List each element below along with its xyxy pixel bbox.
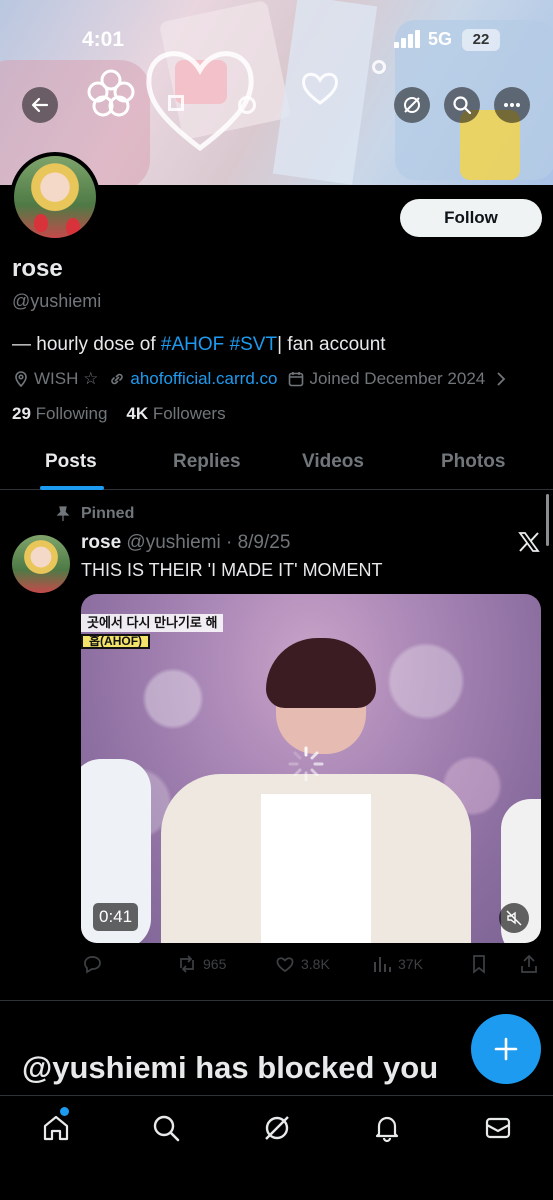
share-icon xyxy=(521,954,537,973)
link-text[interactable]: ahofofficial.carrd.co xyxy=(130,369,277,389)
search-nav-icon[interactable] xyxy=(151,1113,181,1143)
video-caption: 곳에서 다시 만나기로 해 xyxy=(81,614,224,632)
grok-button[interactable] xyxy=(394,87,430,123)
like-button[interactable]: 3.8K xyxy=(274,953,330,975)
followers-label: Followers xyxy=(152,404,226,423)
share-button[interactable] xyxy=(518,953,540,975)
network-label: 5G xyxy=(428,29,453,49)
post-author-name[interactable]: rose xyxy=(81,532,121,553)
follow-counts: 29 Following 4K Followers xyxy=(12,404,226,424)
repost-button[interactable]: 965 xyxy=(176,953,226,975)
calendar-icon xyxy=(289,372,304,387)
location-icon xyxy=(15,371,27,388)
bookmark-button[interactable] xyxy=(468,953,490,975)
bio-hashtag-svt[interactable]: #SVT xyxy=(230,334,278,355)
tab-videos[interactable]: Videos xyxy=(302,451,364,473)
views-button[interactable]: 37K xyxy=(371,953,423,975)
profile-bio: — hourly dose of #AHOF #SVT| fan account xyxy=(12,334,386,356)
video-performer xyxy=(161,638,471,943)
status-time: 4:01 xyxy=(82,28,125,51)
home-icon[interactable] xyxy=(41,1113,71,1143)
reply-button[interactable] xyxy=(81,953,103,975)
repost-icon xyxy=(180,955,194,973)
loading-spinner-icon xyxy=(288,746,324,782)
post-author-meta[interactable]: @yushiemi · 8/9/25 xyxy=(126,532,290,553)
repost-count: 965 xyxy=(203,956,227,972)
profile-name: rose xyxy=(12,255,63,282)
banner-flower-icon xyxy=(87,69,135,117)
banner-ring xyxy=(372,60,386,74)
signal-icon xyxy=(394,30,420,48)
profile-joined: Joined December 2024 xyxy=(287,369,485,389)
compose-button[interactable] xyxy=(471,1014,541,1084)
bio-hashtag-ahof[interactable]: #AHOF xyxy=(161,334,224,355)
blocked-message: @yushiemi has blocked you xyxy=(22,1050,439,1085)
banner-ring xyxy=(238,96,256,114)
views-count: 37K xyxy=(398,956,423,972)
profile-banner: 4:01 5G 22 xyxy=(0,0,553,185)
tab-posts[interactable]: Posts xyxy=(45,451,97,473)
bell-icon[interactable] xyxy=(372,1113,402,1143)
bookmark-icon xyxy=(473,955,485,974)
back-button[interactable] xyxy=(22,87,58,123)
banner-heart-icon xyxy=(302,72,338,105)
joined-text: Joined December 2024 xyxy=(309,369,486,388)
views-icon xyxy=(374,957,391,972)
video-caption: 홉(AHOF) xyxy=(81,634,151,649)
chevron-right-icon[interactable] xyxy=(495,370,507,388)
search-button[interactable] xyxy=(444,87,480,123)
status-bar: 4:01 5G 22 xyxy=(0,26,553,56)
grok-icon xyxy=(404,97,420,113)
tab-photos[interactable]: Photos xyxy=(441,451,505,473)
grok-nav-icon[interactable] xyxy=(262,1113,292,1143)
like-icon xyxy=(276,957,294,973)
search-icon xyxy=(453,96,472,115)
pin-icon xyxy=(56,506,70,521)
mute-icon xyxy=(506,910,522,926)
following-link[interactable]: 29 Following xyxy=(12,404,107,423)
profile-location: WISH ☆ xyxy=(12,369,98,389)
divider xyxy=(0,1000,553,1001)
pinned-label: Pinned xyxy=(55,505,134,523)
pinned-text: Pinned xyxy=(81,505,135,522)
plus-icon xyxy=(494,1037,518,1061)
following-label: Following xyxy=(35,404,108,423)
profile-handle: @yushiemi xyxy=(12,291,102,311)
reply-icon xyxy=(84,956,101,974)
link-icon xyxy=(111,373,124,385)
scrollbar[interactable] xyxy=(546,494,549,546)
bottom-nav xyxy=(0,1095,553,1200)
followers-count: 4K xyxy=(126,404,149,423)
battery-icon: 22 xyxy=(462,29,500,51)
post-actions: 965 3.8K 37K xyxy=(81,953,541,979)
back-arrow-icon xyxy=(31,97,49,113)
post-video[interactable]: 곳에서 다시 만나기로 해 홉(AHOF) 0:41 xyxy=(81,594,541,943)
location-text: WISH ☆ xyxy=(34,369,99,388)
tab-active-indicator xyxy=(40,486,104,490)
post-text: THIS IS THEIR 'I MADE IT' MOMENT xyxy=(81,560,383,580)
bio-text: — hourly dose of xyxy=(12,334,161,355)
banner-square xyxy=(168,95,184,111)
profile-meta: WISH ☆ ahofofficial.carrd.co Joined Dece… xyxy=(12,367,507,391)
tab-replies[interactable]: Replies xyxy=(173,451,241,473)
video-duration: 0:41 xyxy=(93,903,139,931)
more-button[interactable] xyxy=(494,87,530,123)
more-icon xyxy=(504,103,520,107)
post-avatar[interactable] xyxy=(12,535,70,593)
following-count: 29 xyxy=(12,404,31,423)
bio-text: | fan account xyxy=(277,334,386,355)
mail-icon[interactable] xyxy=(483,1113,513,1143)
post-header: rose @yushiemi · 8/9/25 xyxy=(81,532,290,554)
home-notification-dot xyxy=(60,1107,69,1116)
mute-button[interactable] xyxy=(499,903,529,933)
followers-link[interactable]: 4K Followers xyxy=(126,404,225,423)
profile-avatar[interactable] xyxy=(10,152,100,242)
follow-button[interactable]: Follow xyxy=(400,199,542,237)
like-count: 3.8K xyxy=(301,956,330,972)
x-logo-icon[interactable] xyxy=(517,530,541,554)
profile-link[interactable]: ahofofficial.carrd.co xyxy=(108,369,277,389)
profile-tabs: Posts Replies Videos Photos xyxy=(0,440,553,490)
